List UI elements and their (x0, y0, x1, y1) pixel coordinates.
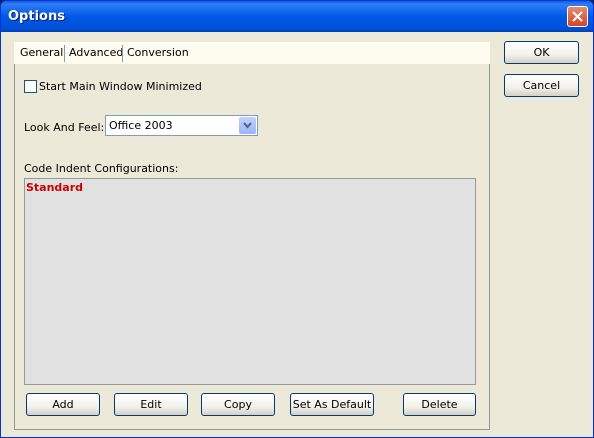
title-bar[interactable]: Options (1, 1, 593, 32)
dropdown-button[interactable] (239, 117, 256, 134)
tab-general[interactable]: General (16, 43, 68, 63)
set-as-default-button[interactable]: Set As Default (290, 393, 374, 416)
close-button[interactable] (567, 6, 588, 27)
delete-button[interactable]: Delete (403, 393, 476, 416)
tab-strip: General Advanced Conversion (14, 42, 490, 65)
dialog-body: General Advanced Conversion Start Main W… (4, 32, 590, 436)
options-dialog: Options General Advanced Conversion Star… (0, 0, 594, 438)
start-minimized-checkbox[interactable] (24, 80, 37, 93)
close-icon (572, 11, 583, 22)
tab-conversion[interactable]: Conversion (123, 43, 193, 63)
start-minimized-label: Start Main Window Minimized (39, 80, 202, 93)
look-and-feel-label: Look And Feel: (24, 121, 105, 134)
tab-advanced[interactable]: Advanced (65, 43, 127, 63)
list-item[interactable]: Standard (25, 181, 83, 194)
look-and-feel-value: Office 2003 (109, 119, 173, 132)
edit-button[interactable]: Edit (114, 393, 188, 416)
copy-button[interactable]: Copy (201, 393, 275, 416)
cancel-button[interactable]: Cancel (504, 74, 579, 97)
add-button[interactable]: Add (26, 393, 100, 416)
chevron-down-icon (243, 122, 252, 129)
look-and-feel-select[interactable]: Office 2003 (105, 115, 258, 136)
code-indent-list[interactable]: Standard (24, 178, 476, 385)
code-indent-label: Code Indent Configurations: (24, 162, 179, 175)
window-title: Options (8, 9, 65, 24)
ok-button[interactable]: OK (504, 41, 579, 64)
